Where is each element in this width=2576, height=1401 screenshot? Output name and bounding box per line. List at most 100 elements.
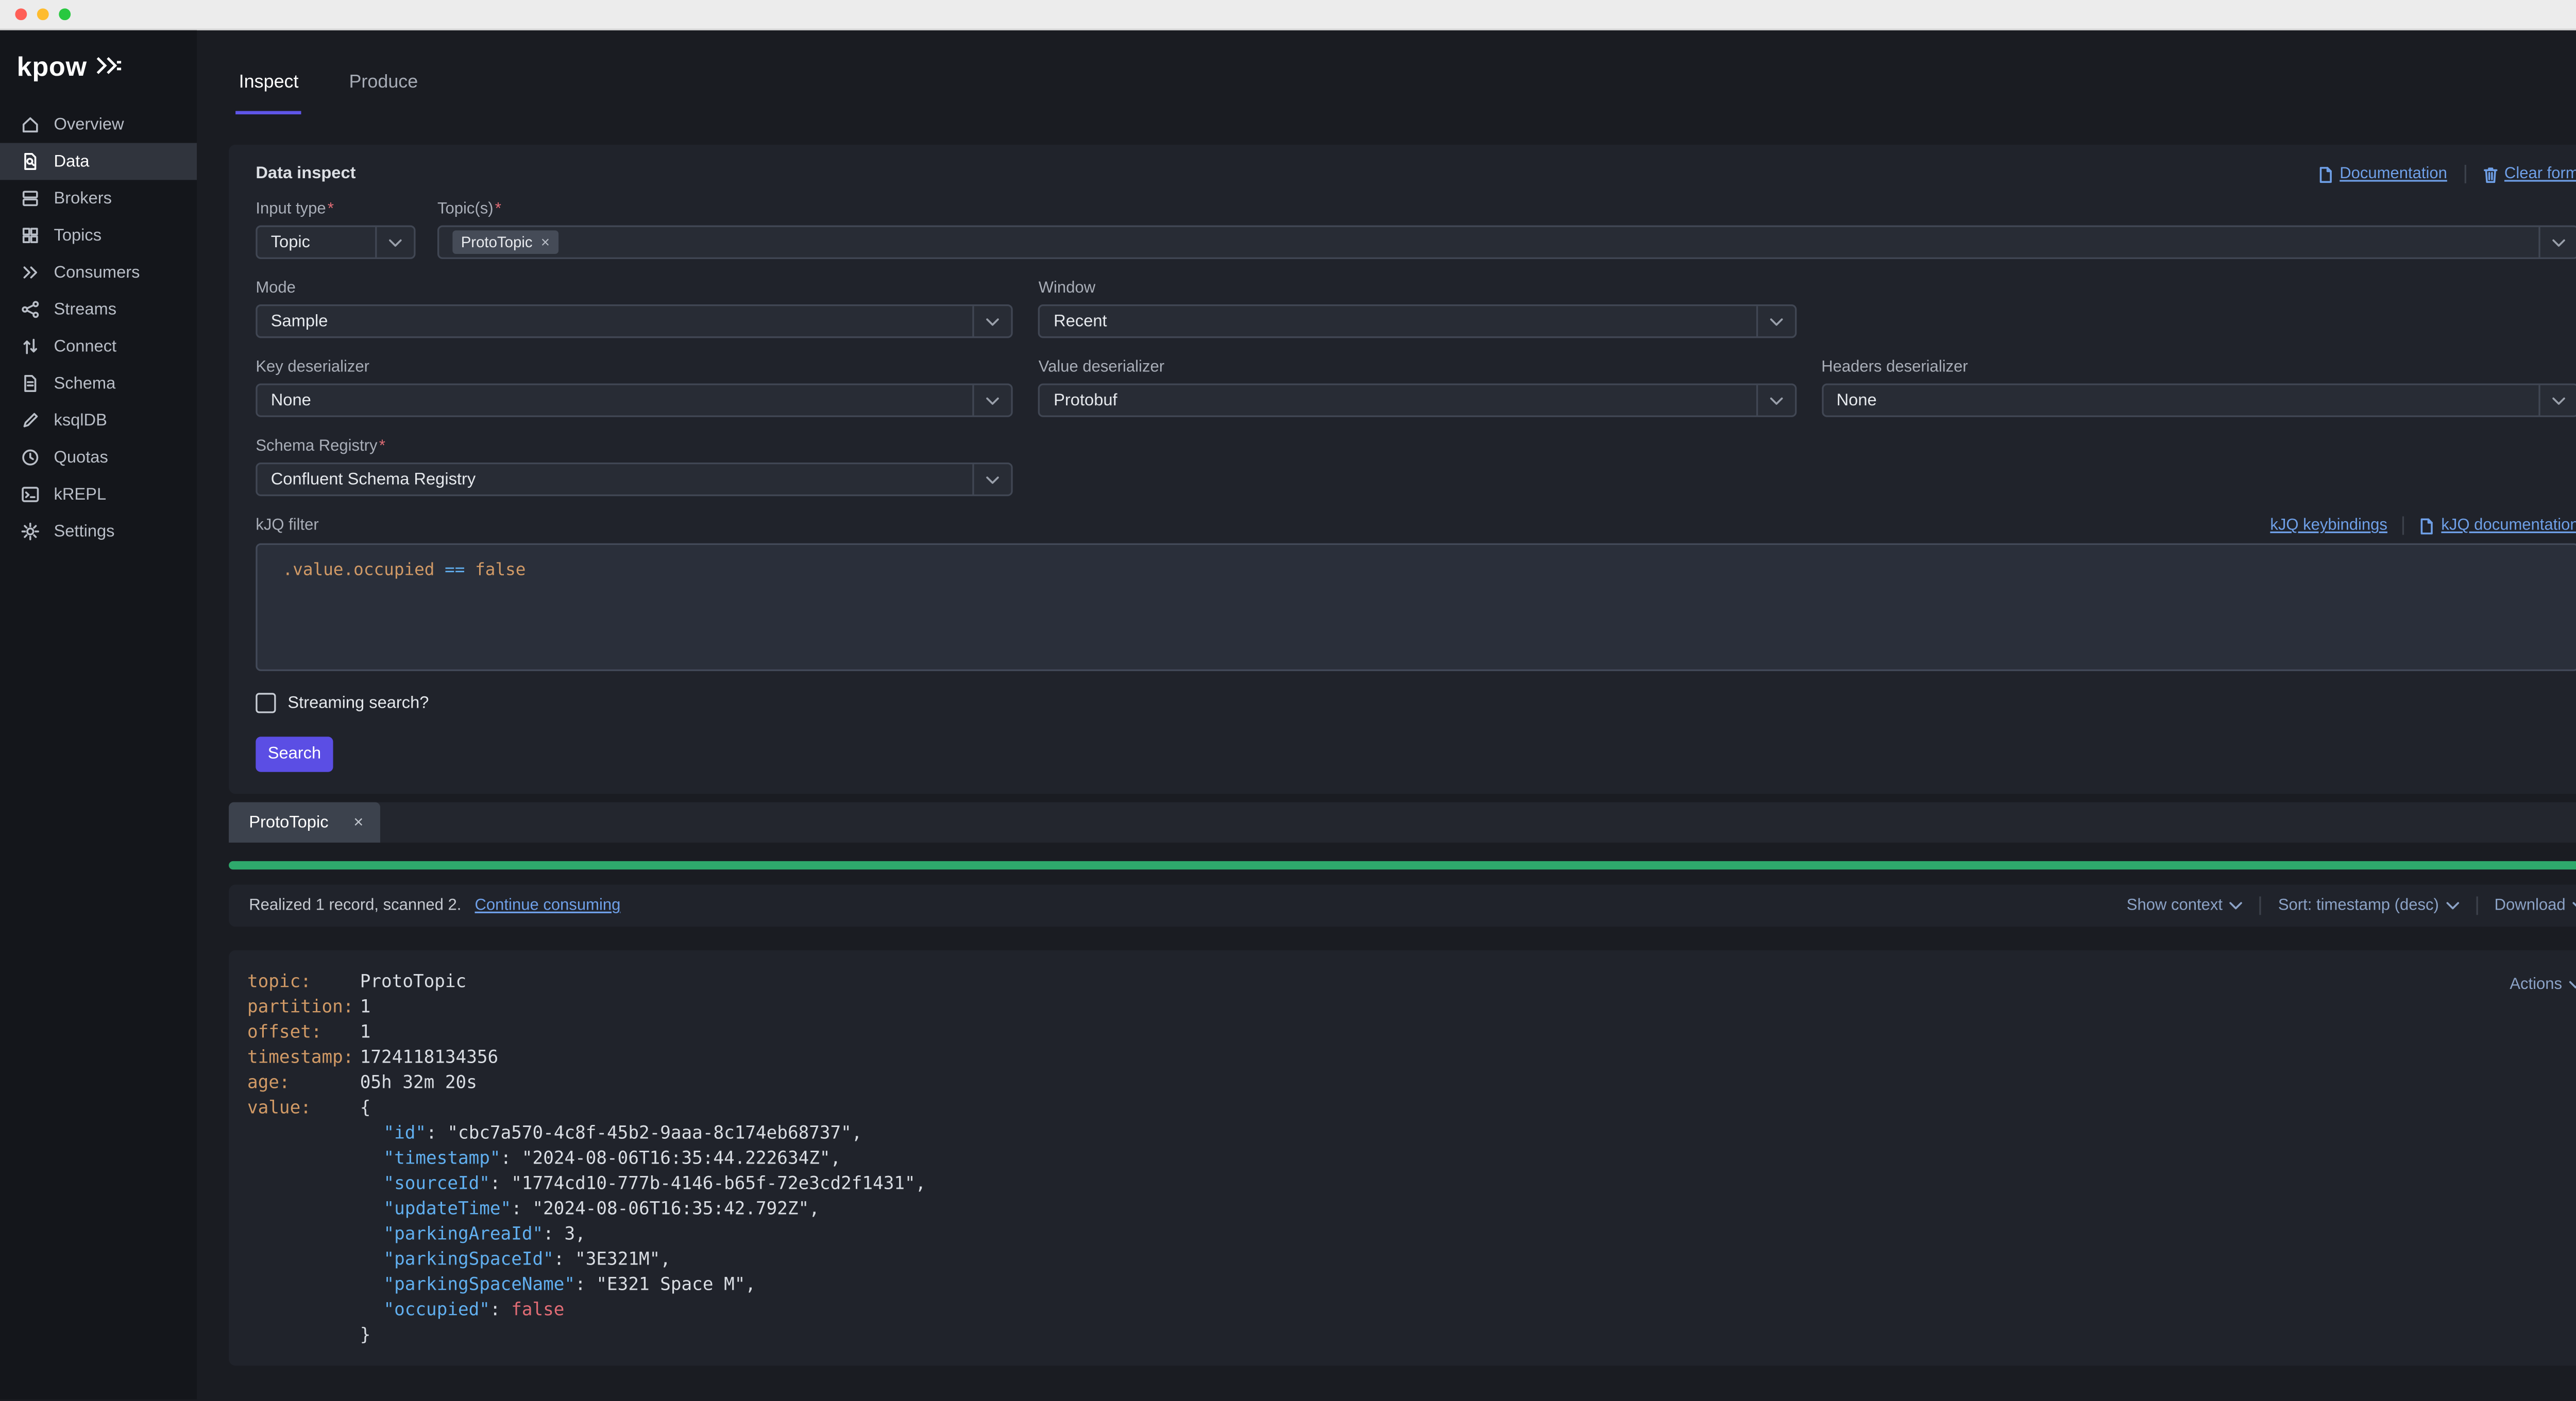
value-deserializer-select[interactable]: Protobuf (1039, 383, 1796, 417)
chevron-down-icon (1756, 306, 1794, 336)
sidebar-item-streams[interactable]: Streams (0, 291, 197, 328)
sidebar-item-label: Brokers (54, 189, 112, 208)
result-topic-tab-label: ProtoTopic (249, 813, 328, 832)
sidebar-item-data[interactable]: Data (0, 143, 197, 180)
record-json-line: "parkingAreaId": 3, (247, 1223, 2576, 1248)
server-icon (20, 189, 40, 209)
record-actions-dropdown[interactable]: Actions (2510, 972, 2576, 997)
window-select[interactable]: Recent (1039, 304, 1796, 338)
result-topic-tab[interactable]: ProtoTopic × (229, 802, 380, 843)
data-inspect-panel: Data inspect Documentation Clear form (229, 145, 2576, 794)
sidebar-item-connect[interactable]: Connect (0, 328, 197, 365)
clear-form-link-label: Clear form (2504, 165, 2576, 183)
value-deserializer-label: Value deserializer (1039, 358, 1796, 377)
kjq-filter-label: kJQ filter (256, 516, 318, 535)
documentation-link-label: Documentation (2340, 165, 2447, 183)
home-icon (20, 114, 40, 134)
record-actions-label: Actions (2510, 972, 2562, 997)
headers-deserializer-select[interactable]: None (1821, 383, 2576, 417)
field-value-deserializer: Value deserializer Protobuf (1039, 358, 1796, 417)
mode-label: Mode (256, 279, 1013, 298)
sidebar-item-label: kREPL (54, 485, 106, 504)
download-dropdown[interactable]: Download (2495, 896, 2576, 915)
record-line: topic:ProtoTopic (247, 970, 2576, 996)
tab-produce[interactable]: Produce (346, 57, 421, 114)
chevron-down-icon (2538, 227, 2576, 258)
key-deserializer-value: None (271, 391, 973, 409)
chevron-down-icon (2229, 901, 2243, 910)
remove-topic-icon[interactable]: × (541, 234, 550, 251)
kjq-keybindings-link[interactable]: kJQ keybindings (2270, 516, 2387, 535)
clear-form-link[interactable]: Clear form (2482, 165, 2576, 183)
sidebar-item-overview[interactable]: Overview (0, 106, 197, 143)
sidebar-item-label: Streams (54, 300, 116, 319)
record-line: value:{ (247, 1097, 2576, 1122)
kjq-documentation-link[interactable]: kJQ documentation (2419, 516, 2576, 535)
record-json-line: "updateTime": "2024-08-06T16:35:42.792Z"… (247, 1198, 2576, 1223)
sidebar-item-quotas[interactable]: Quotas (0, 439, 197, 476)
sidebar-item-settings[interactable]: Settings (0, 513, 197, 550)
results-status-text: Realized 1 record, scanned 2. (249, 896, 461, 915)
sidebar-item-krepl[interactable]: kREPL (0, 476, 197, 513)
close-topic-tab-icon[interactable]: × (353, 813, 363, 832)
show-context-dropdown[interactable]: Show context (2127, 896, 2243, 915)
sidebar-item-consumers[interactable]: Consumers (0, 254, 197, 291)
record-json-close: } (247, 1324, 2576, 1349)
chevron-down-icon (2572, 901, 2576, 910)
mode-select[interactable]: Sample (256, 304, 1013, 338)
panel-title: Data inspect (256, 165, 355, 183)
key-deserializer-select[interactable]: None (256, 383, 1013, 417)
document-icon (20, 373, 40, 394)
kpow-logo-text: kpow (17, 54, 87, 84)
sidebar-item-ksqldb[interactable]: ksqlDB (0, 402, 197, 439)
minimize-window-button[interactable] (37, 8, 49, 20)
window-titlebar (0, 0, 2576, 30)
streaming-search-checkbox[interactable] (256, 693, 276, 713)
terminal-icon (20, 484, 40, 504)
result-topic-tabs: ProtoTopic × (229, 802, 2576, 843)
document-icon (2419, 517, 2434, 534)
close-window-button[interactable] (15, 8, 27, 20)
pencil-icon (20, 411, 40, 431)
kpow-logo: kpow (0, 30, 197, 106)
swap-arrows-icon (20, 336, 40, 356)
grid-icon (20, 226, 40, 246)
sidebar-item-label: Topics (54, 226, 101, 245)
sidebar-item-label: Connect (54, 337, 116, 356)
topic-chip[interactable]: ProtoTopic × (452, 230, 558, 254)
kjq-documentation-label: kJQ documentation (2441, 516, 2576, 535)
record-panel: Actions topic:ProtoTopic partition:1 off… (229, 950, 2576, 1366)
record-line: timestamp:1724118134356 (247, 1046, 2576, 1071)
results-status-bar: Realized 1 record, scanned 2. Continue c… (229, 885, 2576, 927)
continue-consuming-link[interactable]: Continue consuming (475, 896, 621, 915)
record-json-line: "id": "cbc7a570-4c8f-45b2-9aaa-8c174eb68… (247, 1122, 2576, 1147)
sidebar-item-schema[interactable]: Schema (0, 365, 197, 402)
schema-registry-value: Confluent Schema Registry (271, 470, 973, 489)
schema-registry-select[interactable]: Confluent Schema Registry (256, 463, 1013, 496)
gear-icon (20, 521, 40, 541)
main-content: Inspect Produce Data inspect Documentati… (197, 30, 2576, 1399)
sidebar-item-label: Settings (54, 522, 114, 541)
divider (2402, 516, 2404, 535)
clock-icon (20, 448, 40, 468)
continue-consuming-label: Continue consuming (475, 896, 621, 915)
record-json-line: "timestamp": "2024-08-06T16:35:44.222634… (247, 1147, 2576, 1172)
download-label: Download (2495, 896, 2566, 915)
kjq-links: kJQ keybindings kJQ documentation (2270, 516, 2576, 535)
divider (2464, 165, 2466, 183)
sidebar-item-brokers[interactable]: Brokers (0, 180, 197, 217)
input-type-select[interactable]: Topic (256, 226, 415, 259)
tab-inspect[interactable]: Inspect (235, 57, 302, 114)
chevron-down-icon (2538, 385, 2576, 416)
sidebar-item-topics[interactable]: Topics (0, 217, 197, 254)
value-deserializer-value: Protobuf (1054, 391, 1756, 409)
search-button[interactable]: Search (256, 737, 333, 772)
zoom-window-button[interactable] (59, 8, 71, 20)
streaming-search-checkbox-row[interactable]: Streaming search? (256, 693, 2576, 713)
documentation-link[interactable]: Documentation (2318, 165, 2447, 183)
topics-multiselect[interactable]: ProtoTopic × (437, 226, 2576, 259)
sort-dropdown[interactable]: Sort: timestamp (desc) (2278, 896, 2459, 915)
kjq-filter-editor[interactable]: .value.occupied == false (256, 543, 2576, 671)
chevron-down-icon (2569, 981, 2576, 989)
double-chevron-icon (20, 262, 40, 282)
